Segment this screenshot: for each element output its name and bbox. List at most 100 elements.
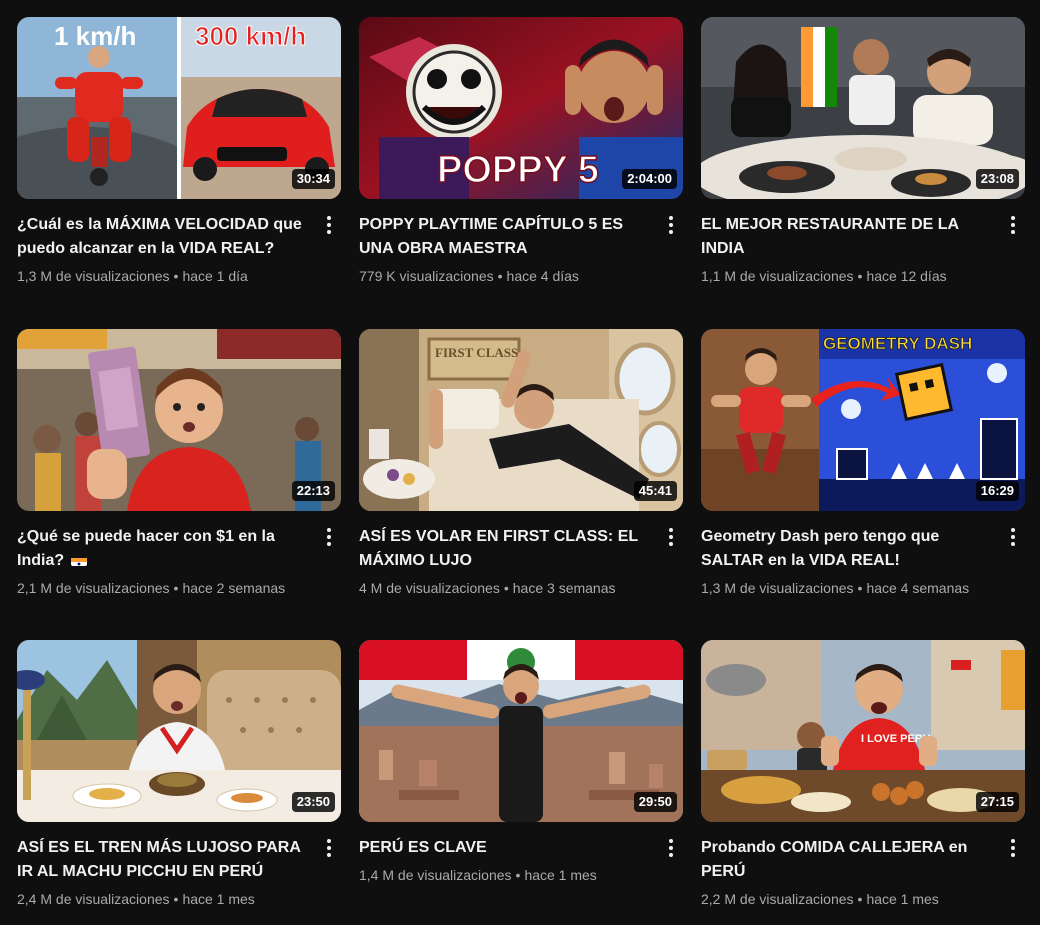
more-options-button[interactable] [1001,836,1025,860]
video-duration: 45:41 [633,481,677,501]
video-card: 1 km/h 300 km/h 30:34 ¿Cuál es la MÁXIMA… [17,17,341,286]
kebab-menu-icon [669,216,673,234]
video-grid: 1 km/h 300 km/h 30:34 ¿Cuál es la MÁXIMA… [0,0,1040,925]
video-duration: 30:34 [291,169,335,189]
video-duration: 23:08 [975,169,1019,189]
video-title[interactable]: Geometry Dash pero tengo que SALTAR en l… [701,525,989,573]
more-options-button[interactable] [659,213,683,237]
video-meta: PERÚ ES CLAVE 1,4 M de visualizaciones • h… [359,822,683,885]
upload-age: hace 1 día [182,268,248,284]
video-meta: Probando COMIDA CALLEJERA en PERÚ 2,2 M … [701,822,1025,909]
upload-age: hace 1 mes [182,891,255,907]
kebab-menu-icon [669,839,673,857]
more-options-button[interactable] [317,525,341,549]
video-duration: 22:13 [291,481,335,501]
more-options-button[interactable] [1001,213,1025,237]
video-stats: 2,2 M de visualizaciones • hace 1 mes [701,889,989,909]
thumb-label: GEOMETRY DASH [823,334,972,353]
separator: • [857,580,863,596]
video-stats: 1,1 M de visualizaciones • hace 12 días [701,266,989,286]
kebab-menu-icon [669,528,673,546]
separator: • [515,867,521,883]
video-title[interactable]: ASÍ ES VOLAR EN FIRST CLASS: EL MÁXIMO L… [359,525,647,573]
upload-age: hace 4 semanas [866,580,970,596]
video-stats: 1,3 M de visualizaciones • hace 4 semanas [701,578,989,598]
video-card: 23:08 EL MEJOR RESTAURANTE DE LA INDIA 1… [701,17,1025,286]
video-thumbnail[interactable]: 29:50 [359,640,683,822]
video-title[interactable]: ¿Qué se puede hacer con $1 en la India? [17,525,305,573]
video-thumbnail[interactable]: 23:08 [701,17,1025,199]
kebab-menu-icon [1011,216,1015,234]
video-card: 22:13 ¿Qué se puede hacer con $1 en la I… [17,329,341,598]
upload-age: hace 2 semanas [182,580,286,596]
video-meta: Geometry Dash pero tengo que SALTAR en l… [701,511,1025,598]
upload-age: hace 12 días [866,268,947,284]
separator: • [857,268,863,284]
video-card: POPPY 5 2:04:00 POPPY PLAYTIME CAPÍTULO … [359,17,683,286]
separator: • [857,891,863,907]
video-duration: 27:15 [975,792,1019,812]
video-duration: 16:29 [975,481,1019,501]
thumb-label-right: 300 km/h [195,21,306,51]
separator: • [173,891,179,907]
more-options-button[interactable] [317,836,341,860]
video-thumbnail[interactable]: FIRST CLASS 45:41 [359,329,683,511]
view-count: 779 K visualizaciones [359,268,494,284]
video-thumbnail[interactable]: GEOMETRY DASH 16:29 [701,329,1025,511]
video-title[interactable]: Probando COMIDA CALLEJERA en PERÚ [701,836,989,884]
video-card: 29:50 PERÚ ES CLAVE 1,4 M de visualizaci… [359,640,683,885]
upload-age: hace 1 mes [524,867,597,883]
view-count: 1,3 M de visualizaciones [701,580,854,596]
video-stats: 2,4 M de visualizaciones • hace 1 mes [17,889,305,909]
thumb-label: POPPY 5 [437,149,599,191]
video-thumbnail[interactable]: 22:13 [17,329,341,511]
upload-age: hace 1 mes [866,891,939,907]
kebab-menu-icon [1011,528,1015,546]
view-count: 2,2 M de visualizaciones [701,891,854,907]
upload-age: hace 3 semanas [512,580,616,596]
more-options-button[interactable] [317,213,341,237]
video-meta: ASÍ ES EL TREN MÁS LUJOSO PARA IR AL MAC… [17,822,341,909]
video-thumbnail[interactable]: POPPY 5 2:04:00 [359,17,683,199]
video-title[interactable]: EL MEJOR RESTAURANTE DE LA INDIA [701,213,989,261]
more-options-button[interactable] [659,525,683,549]
video-stats: 1,3 M de visualizaciones • hace 1 día [17,266,305,286]
video-title[interactable]: PERÚ ES CLAVE [359,836,647,860]
kebab-menu-icon [327,839,331,857]
video-meta: EL MEJOR RESTAURANTE DE LA INDIA 1,1 M d… [701,199,1025,286]
video-thumbnail[interactable]: I LOVE PERU 27:15 [701,640,1025,822]
video-stats: 1,4 M de visualizaciones • hace 1 mes [359,865,647,885]
video-meta: ¿Qué se puede hacer con $1 en la India? … [17,511,341,598]
kebab-menu-icon [327,216,331,234]
video-title[interactable]: POPPY PLAYTIME CAPÍTULO 5 ES UNA OBRA MA… [359,213,647,261]
upload-age: hace 4 días [506,268,579,284]
view-count: 2,4 M de visualizaciones [17,891,170,907]
video-card: 23:50 ASÍ ES EL TREN MÁS LUJOSO PARA IR … [17,640,341,909]
video-stats: 2,1 M de visualizaciones • hace 2 semanas [17,578,305,598]
thumb-label-left: 1 km/h [54,21,136,51]
video-thumbnail[interactable]: 1 km/h 300 km/h 30:34 [17,17,341,199]
video-card: I LOVE PERU 27:15 Probando COMIDA CALLEJ… [701,640,1025,909]
view-count: 1,3 M de visualizaciones [17,268,170,284]
video-duration: 23:50 [291,792,335,812]
video-meta: ASÍ ES VOLAR EN FIRST CLASS: EL MÁXIMO L… [359,511,683,598]
video-title-text: ¿Qué se puede hacer con $1 en la India? [17,528,275,569]
video-stats: 4 M de visualizaciones • hace 3 semanas [359,578,647,598]
separator: • [173,580,179,596]
more-options-button[interactable] [1001,525,1025,549]
video-title[interactable]: ASÍ ES EL TREN MÁS LUJOSO PARA IR AL MAC… [17,836,305,884]
kebab-menu-icon [1011,839,1015,857]
separator: • [497,268,503,284]
video-stats: 779 K visualizaciones • hace 4 días [359,266,647,286]
video-duration: 29:50 [633,792,677,812]
india-flag-icon [70,554,87,566]
video-meta: ¿Cuál es la MÁXIMA VELOCIDAD que puedo a… [17,199,341,286]
view-count: 2,1 M de visualizaciones [17,580,170,596]
more-options-button[interactable] [659,836,683,860]
video-title[interactable]: ¿Cuál es la MÁXIMA VELOCIDAD que puedo a… [17,213,305,261]
video-duration: 2:04:00 [622,169,677,189]
video-thumbnail[interactable]: 23:50 [17,640,341,822]
view-count: 1,1 M de visualizaciones [701,268,854,284]
video-card: FIRST CLASS 45:41 ASÍ ES VOLAR EN FIRST … [359,329,683,598]
separator: • [173,268,179,284]
